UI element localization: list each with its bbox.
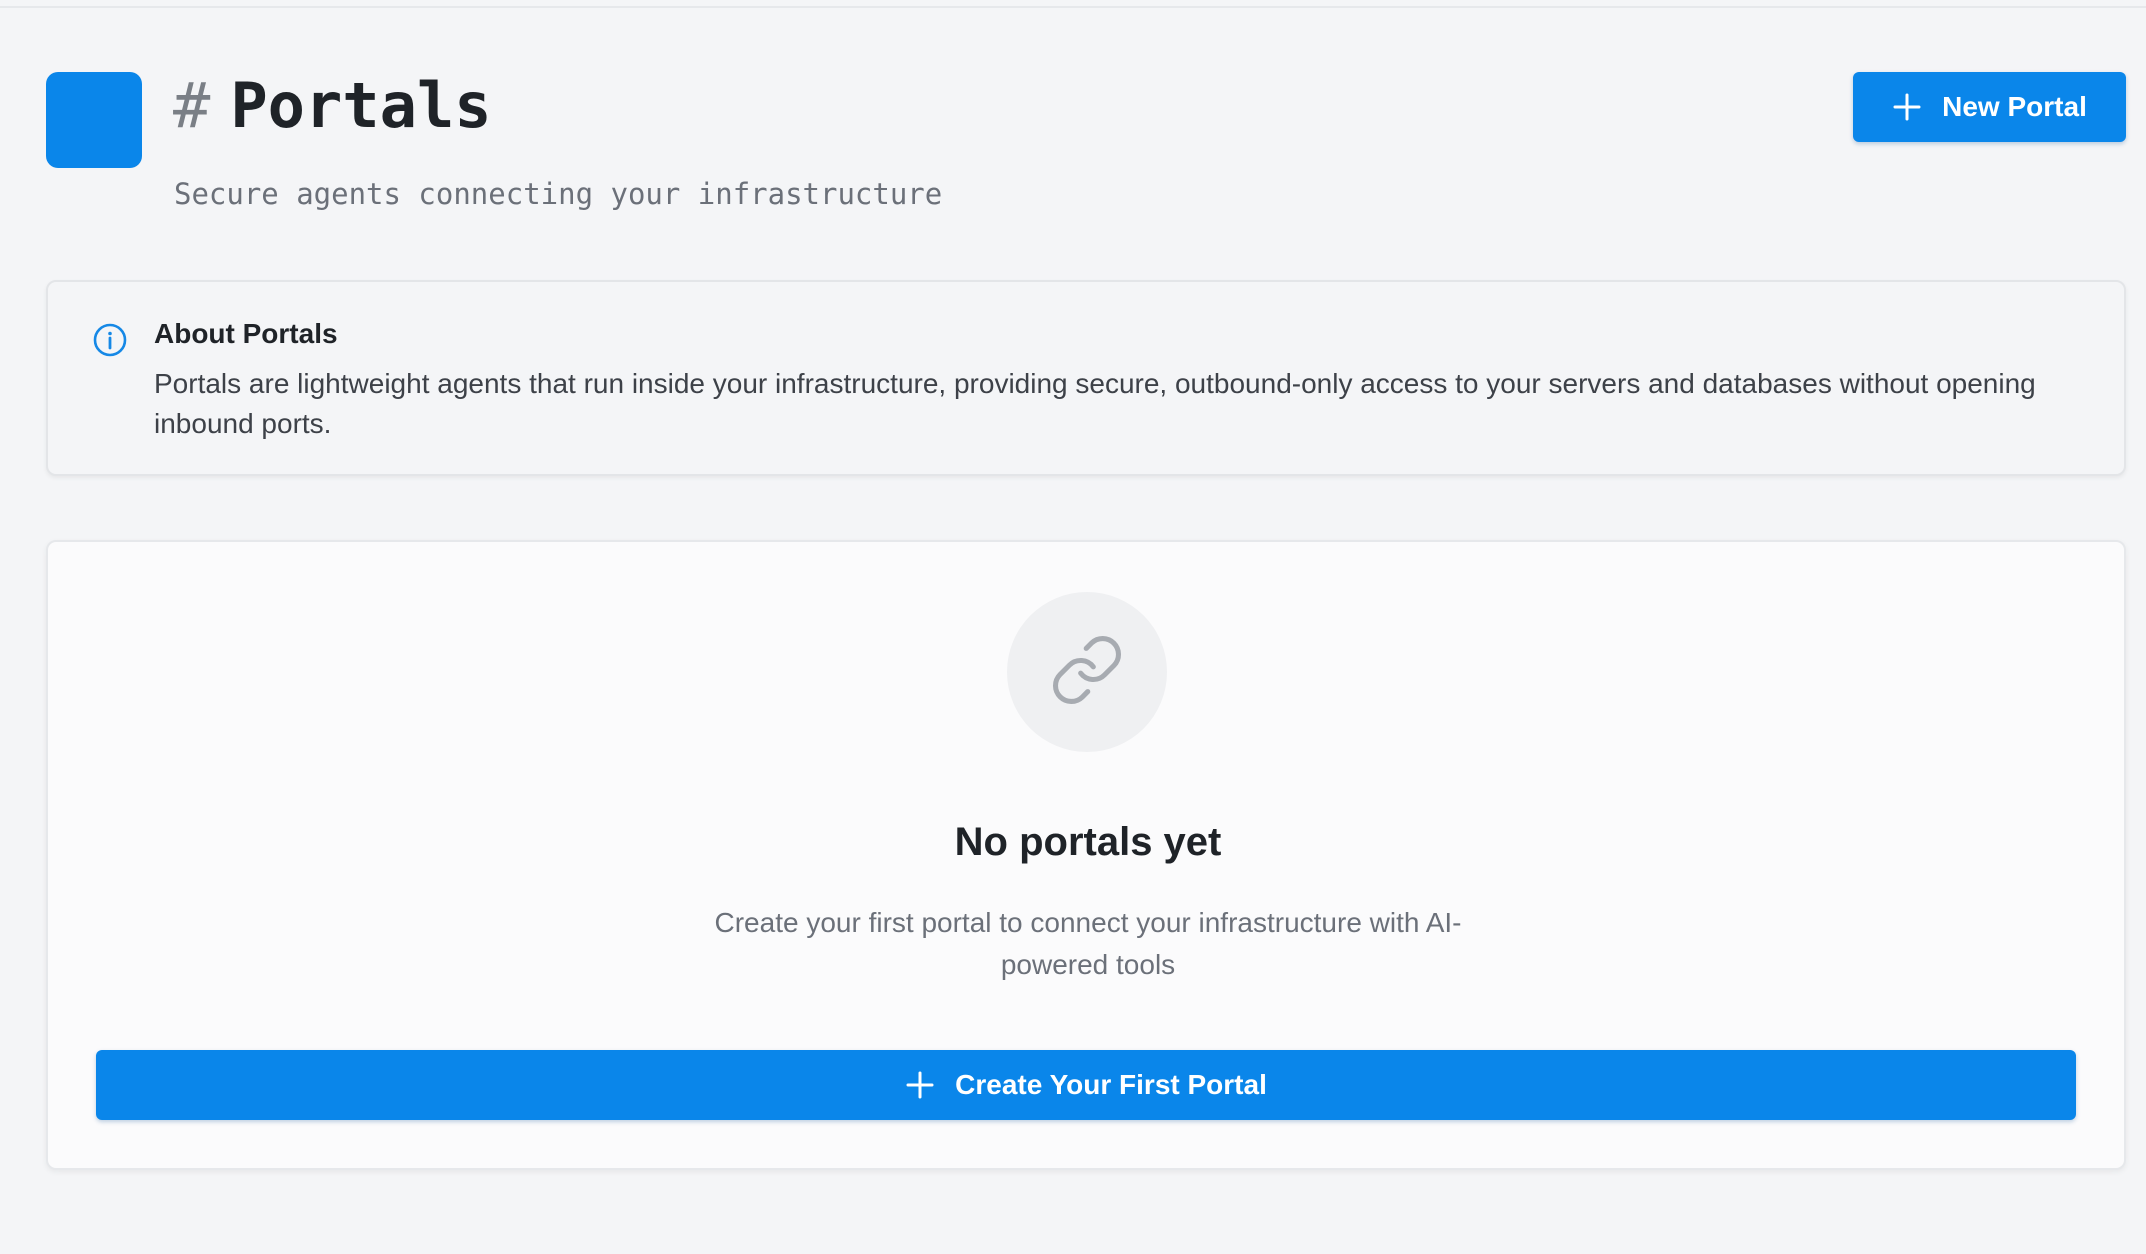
empty-state-icon-circle <box>1007 592 1167 752</box>
portals-logo <box>46 72 142 168</box>
empty-state-title: No portals yet <box>954 820 1222 864</box>
create-first-portal-label: Create Your First Portal <box>955 1069 1267 1100</box>
page-title: # Portals <box>173 69 492 142</box>
create-first-portal-button[interactable]: Create Your First Portal <box>96 1050 2076 1120</box>
portals-page: # Portals Secure agents connecting your i… <box>0 0 2146 1254</box>
page-subtitle: Secure agents connecting your infrastruc… <box>174 177 943 211</box>
new-portal-label: New Portal <box>1942 91 2087 122</box>
plus-icon <box>1892 92 1922 122</box>
info-text: Portals are lightweight agents that run … <box>154 368 2036 439</box>
new-portal-button[interactable]: New Portal <box>1853 72 2126 142</box>
top-divider <box>0 6 2146 8</box>
plus-icon <box>905 1070 935 1100</box>
empty-state-text: Create your first portal to connect your… <box>714 907 1462 980</box>
about-portals-card: About Portals Portals are lightweight ag… <box>46 280 2126 476</box>
link-icon <box>1049 632 1125 713</box>
info-circle-icon <box>92 322 128 358</box>
empty-state-card: No portals yet Create your first portal … <box>46 540 2126 1170</box>
title-hash: # <box>173 69 211 142</box>
title-text: Portals <box>230 69 492 142</box>
info-title: About Portals <box>154 318 338 349</box>
